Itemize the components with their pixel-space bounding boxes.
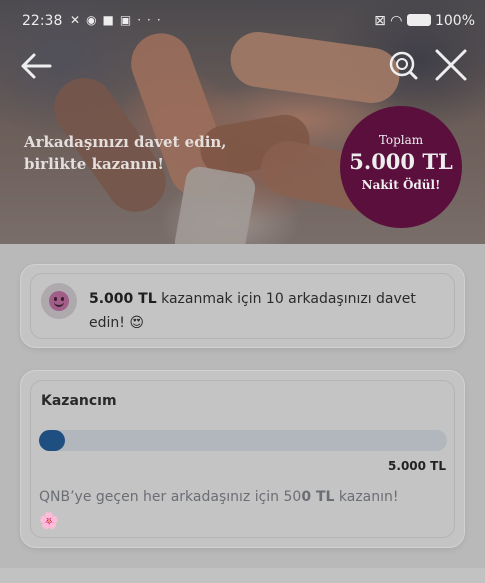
search-icon[interactable] [388,50,418,80]
heart-eyes-icon: 😍 [129,315,144,331]
mute-icon: ✕ [70,13,87,27]
hero-hand [226,28,404,107]
sim-icon: ⊠ [374,13,386,29]
bottom-strip [0,568,485,583]
wifi-icon: ◠ [390,13,403,29]
earnings-progress-bar [39,430,447,451]
badge-line3: Nakit Ödül! [361,178,441,192]
battery-icon [406,14,431,26]
more-icon: ··· [137,13,167,27]
earnings-card: Kazancım 5.000 TL QNB’ye geçen her arkad… [20,370,465,548]
status-right: ⊠ ◠ 100% [374,13,475,29]
invite-text: 5.000 TL kazanmak için 10 arkadaşınızı d… [89,287,429,335]
smiley-icon [41,283,77,319]
reward-badge: Toplam 5.000 TL Nakit Ödül! [340,106,462,228]
badge-amount: 5.000 TL [349,149,453,174]
note-suffix: kazanın! [334,489,399,505]
hero-banner: 22:38 ✕◉■▣··· ⊠ ◠ 100% Arkadaşınızı dave… [0,0,485,244]
earnings-progress-fill [39,430,65,451]
flower-icon: 🌸 [39,511,59,530]
status-bar: 22:38 ✕◉■▣··· ⊠ ◠ 100% [0,10,485,34]
badge-line1: Toplam [378,133,424,147]
telegram-icon: ◉ [86,13,103,27]
gallery-icon: ▣ [119,13,138,27]
app-icon: ■ [102,13,120,27]
earnings-note: QNB’ye geçen her arkadaşınız için 500 TL… [39,485,454,534]
battery-level: 100 [434,13,462,29]
close-icon[interactable] [434,48,468,82]
headline-line2: birlikte kazanın! [24,155,165,173]
earnings-target: 5.000 TL [388,459,446,473]
note-prefix: QNB’ye geçen her arkadaşınız için 50 [39,489,302,505]
earnings-title: Kazancım [41,393,117,409]
notification-icons: ✕◉■▣··· [70,13,167,27]
note-amount: 0 TL [301,489,335,505]
hero-hand [172,164,258,244]
invite-card: 5.000 TL kazanmak için 10 arkadaşınızı d… [20,264,465,348]
hero-headline: Arkadaşınızı davet edin, birlikte kazanı… [24,131,227,175]
headline-line1: Arkadaşınızı davet edin, [24,133,227,151]
arrow-left-icon[interactable] [20,52,52,80]
invite-amount: 5.000 TL [89,291,157,307]
status-time: 22:38 [22,13,63,29]
